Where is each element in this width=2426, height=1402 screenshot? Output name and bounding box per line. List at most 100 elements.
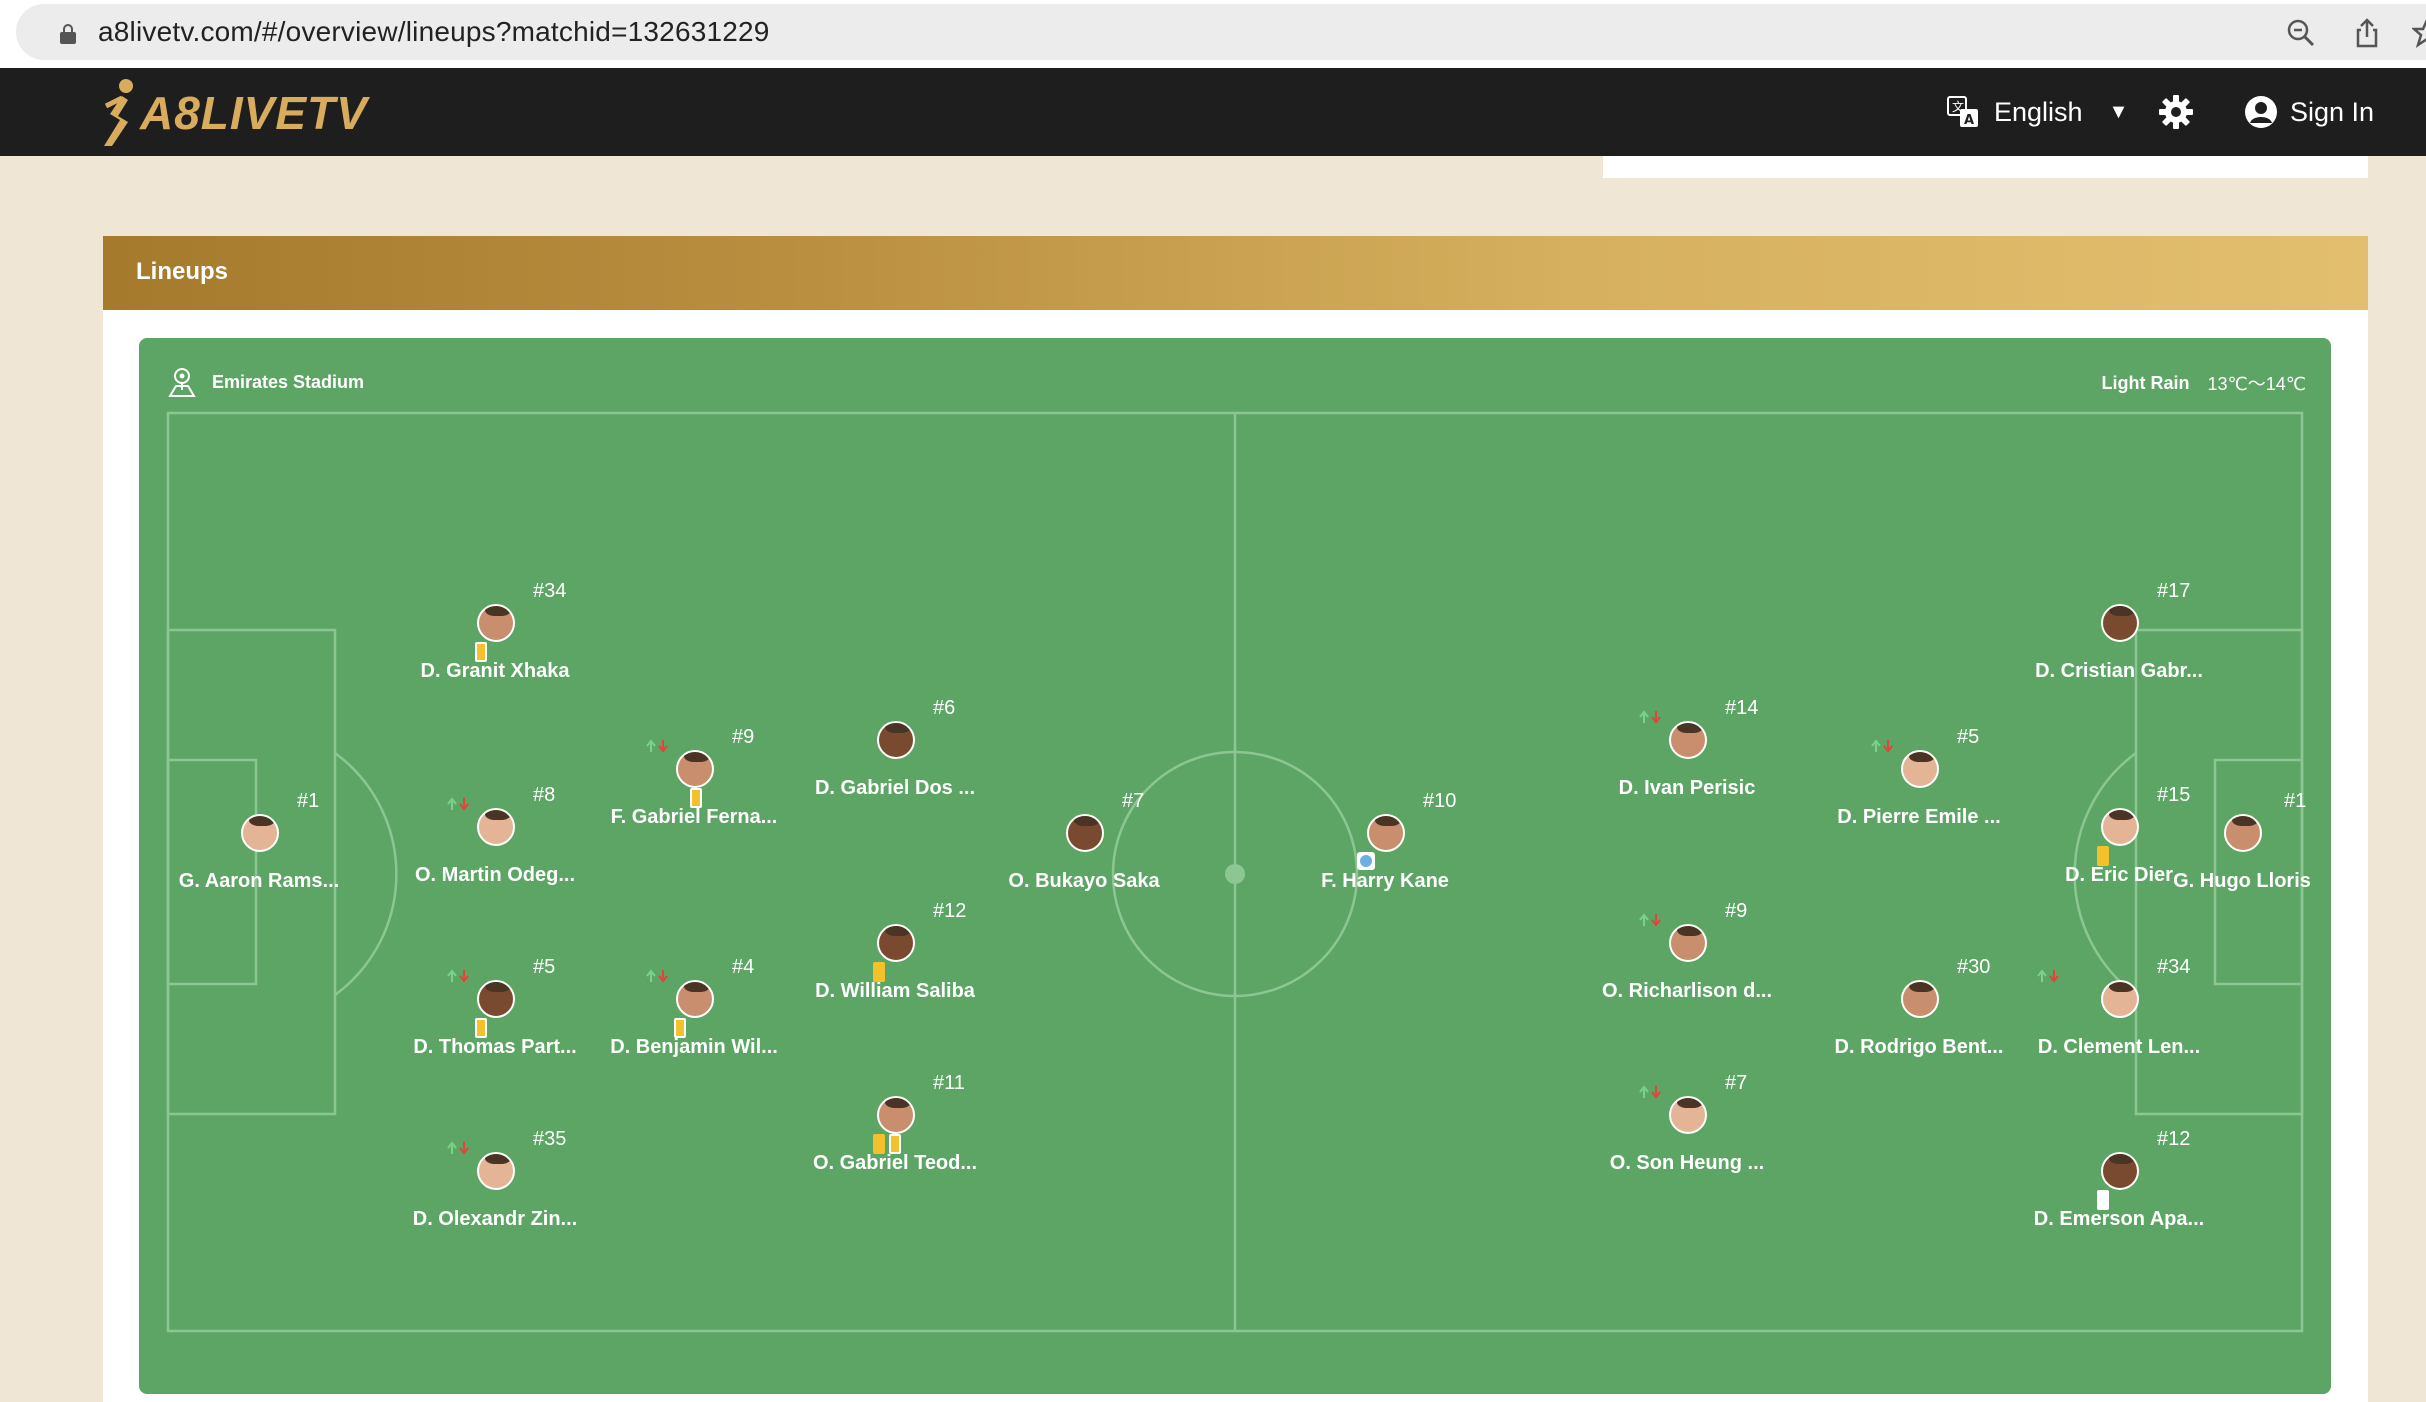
player-name: D. Ivan Perisic [1618, 777, 1756, 799]
translate-icon: 文 A [1947, 96, 1978, 128]
gear-icon[interactable] [2158, 94, 2194, 130]
dropdown-panel-edge [1603, 156, 2368, 178]
player-home-5[interactable]: #35 D. Olexandr Zin... [395, 1128, 595, 1312]
player-home-2[interactable]: #34 D. Granit Xhaka [395, 580, 595, 764]
yellow-card-icon [2097, 846, 2109, 866]
weather-info: Light Rain 13℃～14℃ [2102, 370, 2306, 396]
player-away-7[interactable]: #17 D. Cristian Gabr... [2019, 580, 2219, 764]
browser-chrome: a8livetv.com/#/overview/lineups?matchid=… [0, 0, 2426, 68]
player-number: #12 [933, 900, 967, 922]
player-home-6[interactable]: #9 F. Gabriel Ferna... [594, 726, 794, 910]
url-text[interactable]: a8livetv.com/#/overview/lineups?matchid=… [98, 16, 770, 48]
map-pin-icon [168, 368, 196, 397]
player-name: O. Richarlison d... [1601, 980, 1773, 1002]
bookmark-star-icon[interactable] [2410, 18, 2426, 48]
player-name: G. Aaron Rams... [178, 870, 340, 892]
substitution-card-icon [475, 642, 487, 662]
white-card-icon [2097, 1190, 2109, 1210]
chevron-down-icon: ▼ [2108, 100, 2129, 123]
player-away-1[interactable]: #10 F. Harry Kane [1285, 790, 1485, 974]
player-name: D. Cristian Gabr... [2035, 660, 2203, 682]
player-avatar [1669, 924, 1707, 962]
yellow-card-icon [873, 962, 885, 982]
player-home-7[interactable]: #4 D. Benjamin Wil... [594, 956, 794, 1140]
player-avatar [477, 808, 515, 846]
player-avatar [2101, 1152, 2139, 1190]
player-avatar [477, 1152, 515, 1190]
temperature: 13℃～14℃ [2207, 374, 2306, 394]
player-number: #7 [1122, 790, 1145, 812]
player-home-9[interactable]: #12 D. William Saliba [795, 900, 995, 1084]
share-icon[interactable] [2352, 18, 2382, 48]
player-name: D. Olexandr Zin... [412, 1208, 578, 1230]
player-avatar [2101, 604, 2139, 642]
player-home-1[interactable]: #1 G. Aaron Rams... [159, 790, 359, 974]
player-home-10[interactable]: #11 O. Gabriel Teod... [795, 1072, 995, 1256]
player-number: #9 [732, 726, 755, 748]
address-bar[interactable]: a8livetv.com/#/overview/lineups?matchid=… [16, 4, 2426, 60]
zoom-icon[interactable] [2286, 18, 2316, 48]
player-avatar [877, 721, 915, 759]
player-number: #5 [533, 956, 556, 978]
substitution-card-icon [674, 1018, 686, 1038]
lock-icon [60, 24, 76, 44]
player-number: #10 [1423, 790, 1457, 812]
player-avatar [676, 750, 714, 788]
player-number: #35 [533, 1128, 567, 1150]
player-name: D. Granit Xhaka [420, 660, 570, 682]
player-number: #11 [933, 1072, 965, 1094]
player-home-3[interactable]: #8 O. Martin Odeg... [395, 784, 595, 968]
player-away-2[interactable]: #14 D. Ivan Perisic [1587, 697, 1787, 881]
player-avatar [477, 980, 515, 1018]
player-number: #15 [2157, 784, 2191, 806]
runner-logo-icon [104, 79, 133, 146]
sub-arrows-icon [447, 1141, 469, 1155]
language-label: English [1994, 96, 2083, 127]
player-avatar [877, 924, 915, 962]
sub-arrows-icon [1871, 739, 1893, 753]
player-name: O. Martin Odeg... [414, 864, 575, 886]
sub-arrows-icon [646, 739, 668, 753]
sub-arrows-icon [1639, 913, 1661, 927]
venue-info: Emirates Stadium [166, 366, 364, 398]
player-home-8[interactable]: #6 D. Gabriel Dos ... [795, 697, 995, 881]
player-name: O. Bukayo Saka [1008, 870, 1160, 892]
player-avatar [1901, 750, 1939, 788]
player-avatar [676, 980, 714, 1018]
player-away-10[interactable]: #12 D. Emerson Apa... [2019, 1128, 2219, 1312]
player-name: F. Gabriel Ferna... [610, 806, 778, 828]
player-away-9[interactable]: #34 D. Clement Len... [2019, 956, 2219, 1140]
player-home-4[interactable]: #5 D. Thomas Part... [395, 956, 595, 1140]
player-avatar [2224, 814, 2262, 852]
player-away-11[interactable]: #1 G. Hugo Lloris [2142, 790, 2342, 974]
player-away-6[interactable]: #30 D. Rodrigo Bent... [1819, 956, 2019, 1140]
player-name: D. Clement Len... [2037, 1036, 2201, 1058]
player-number: #30 [1957, 956, 1991, 978]
sign-in-button[interactable]: Sign In [2244, 92, 2374, 132]
player-number: #14 [1725, 697, 1759, 719]
player-away-3[interactable]: #9 O. Richarlison d... [1587, 900, 1787, 1084]
player-number: #9 [1725, 900, 1748, 922]
language-selector[interactable]: 文 A English ▼ [1946, 92, 2128, 132]
player-number: #4 [732, 956, 755, 978]
player-avatar [477, 604, 515, 642]
goal-ball-icon [1357, 852, 1375, 870]
player-home-11[interactable]: #7 O. Bukayo Saka [984, 790, 1184, 974]
player-avatar [1901, 980, 1939, 1018]
substitution-card-icon [889, 1134, 901, 1154]
pitch: Emirates Stadium Light Rain 13℃～14℃ #1 G… [139, 338, 2331, 1394]
player-name: O. Gabriel Teod... [812, 1152, 978, 1174]
player-number: #7 [1725, 1072, 1748, 1094]
player-avatar [241, 814, 279, 852]
player-name: D. Emerson Apa... [2033, 1208, 2205, 1230]
player-name: G. Hugo Lloris [2173, 870, 2311, 892]
substitution-card-icon [475, 1018, 487, 1038]
player-number: #1 [2284, 790, 2307, 812]
weather-condition: Light Rain [2101, 372, 2190, 393]
site-logo[interactable]: A8LIVETV [92, 76, 368, 150]
lineups-title: Lineups [136, 258, 229, 285]
sign-in-label: Sign In [2290, 96, 2375, 127]
player-number: #5 [1957, 726, 1980, 748]
player-away-4[interactable]: #7 O. Son Heung ... [1587, 1072, 1787, 1256]
player-name: D. Pierre Emile ... [1837, 806, 2001, 828]
